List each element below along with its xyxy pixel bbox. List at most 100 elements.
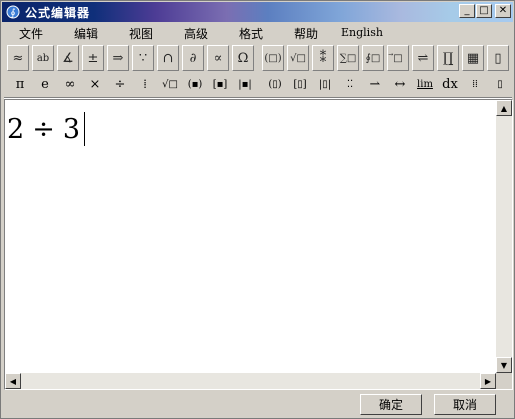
subscript-template-icon: ⁑: [319, 50, 327, 66]
logic-button[interactable]: ∵: [132, 45, 154, 71]
small-fraction-button[interactable]: ⁞: [134, 74, 156, 94]
script-template-button[interactable]: ⁚⁚: [339, 74, 361, 94]
menu-english[interactable]: English: [341, 26, 383, 39]
menu-advanced[interactable]: 高级: [184, 25, 208, 42]
greek-lower-button[interactable]: ∝: [207, 45, 229, 71]
formula-left-operand: 2: [7, 113, 25, 145]
formula-operator: ÷: [32, 113, 55, 145]
bar-template-button[interactable]: |▯|: [314, 74, 336, 94]
vertical-scrollbar[interactable]: ▲ ▼: [496, 100, 512, 373]
menu-format[interactable]: 格式: [239, 25, 263, 42]
labeled-arrow-icon: ⇌: [417, 50, 429, 66]
integral-template-icon: ∮□: [365, 52, 381, 64]
integral-template-button[interactable]: ∮□: [362, 45, 384, 71]
fraction-radical-button[interactable]: √□: [287, 45, 309, 71]
triangle-down-icon: ▼: [500, 360, 508, 370]
summation-template-button[interactable]: ∑□: [337, 45, 359, 71]
bar-template-small-icon: |▯|: [318, 78, 332, 90]
template-palette-row: ≈ ab ∡ ± ⇒ ∵ ∩ ∂ ∝ Ω (□) √□ ⁑ ∑□ ∮□ ⃗□ ⇌…: [4, 45, 512, 73]
menu-view[interactable]: 视图: [129, 25, 153, 42]
infinity-symbol-icon: ∞: [64, 76, 76, 92]
fraction-small-icon: ⁞: [143, 77, 147, 92]
menu-edit[interactable]: 编辑: [74, 25, 98, 42]
brackets-button[interactable]: [▪]: [209, 74, 231, 94]
formula-right-operand: 3: [62, 113, 80, 145]
operators-icon: ±: [87, 50, 99, 66]
scroll-up-button[interactable]: ▲: [496, 100, 512, 116]
close-button[interactable]: ✕: [495, 4, 511, 18]
cancel-button[interactable]: 取消: [434, 394, 496, 415]
fence-template-icon: (□): [264, 52, 282, 64]
fence-template-button[interactable]: (□): [262, 45, 284, 71]
embellishment-icon: ∡: [62, 50, 74, 66]
scroll-right-button[interactable]: ▶: [480, 373, 496, 389]
pi-button[interactable]: π: [9, 74, 31, 94]
misc-symbols-button[interactable]: ∂: [182, 45, 204, 71]
operators-button[interactable]: ±: [82, 45, 104, 71]
spacing-icon: ab: [36, 52, 50, 64]
product-template-icon: ∏̲: [442, 50, 454, 66]
formula-editor-area[interactable]: 2 ÷ 3 ▲ ▼ ◀ ▶: [4, 99, 513, 390]
scroll-left-button[interactable]: ◀: [5, 373, 21, 389]
relations-button[interactable]: ≈: [7, 45, 29, 71]
paren-template-button[interactable]: (▯): [264, 74, 286, 94]
box-template-button[interactable]: ▯: [487, 45, 509, 71]
app-icon: ∮: [5, 4, 21, 20]
labeled-arrow-button[interactable]: ⇌: [412, 45, 434, 71]
arrows-icon: ⇒: [112, 50, 124, 66]
divide-button[interactable]: ÷: [109, 74, 131, 94]
e-symbol-icon: e: [41, 76, 49, 92]
abs-button[interactable]: |▪|: [234, 74, 256, 94]
differential-button[interactable]: dx: [439, 74, 461, 94]
title-bar[interactable]: ∮ 公式编辑器 _ □ ✕: [2, 2, 513, 22]
box-template-icon: ▯: [494, 50, 502, 66]
logic-icon: ∵: [138, 50, 148, 66]
spacing-button[interactable]: ab: [32, 45, 54, 71]
formula-text: 2 ÷ 3: [7, 112, 85, 146]
minimize-button[interactable]: _: [459, 4, 475, 18]
window-title: 公式编辑器: [25, 5, 91, 20]
scroll-down-button[interactable]: ▼: [496, 357, 512, 373]
arrows-button[interactable]: ⇒: [107, 45, 129, 71]
triangle-right-icon: ▶: [484, 376, 492, 386]
double-arrow-button[interactable]: ↔: [389, 74, 411, 94]
parentheses-button[interactable]: (▪): [184, 74, 206, 94]
limit-button[interactable]: lim: [414, 74, 436, 94]
cancel-button-label: 取消: [452, 398, 477, 412]
text-caret: [84, 112, 85, 146]
parentheses-small-icon: (▪): [187, 78, 203, 90]
pi-symbol-icon: π: [15, 76, 25, 92]
maximize-button[interactable]: □: [476, 4, 492, 18]
misc-template-button[interactable]: ▯: [489, 74, 511, 94]
misc-symbols-icon: ∂: [189, 50, 197, 66]
brackets-small-icon: [▪]: [212, 78, 228, 90]
set-theory-button[interactable]: ∩: [157, 45, 179, 71]
greek-upper-button[interactable]: Ω: [232, 45, 254, 71]
menu-help[interactable]: 帮助: [294, 25, 318, 42]
sqrt-small-icon: √□: [162, 78, 178, 90]
overbar-template-icon: ⃗□: [393, 52, 403, 64]
harpoon-arrow-button[interactable]: ⇀: [364, 74, 386, 94]
bracket-template-button[interactable]: [▯]: [289, 74, 311, 94]
script-template-small-icon: ⁚⁚: [346, 78, 354, 90]
matrix-template-button[interactable]: ▦: [462, 45, 484, 71]
horizontal-scrollbar[interactable]: ◀ ▶: [5, 373, 496, 389]
relations-icon: ≈: [12, 50, 24, 66]
product-template-button[interactable]: ∏̲: [437, 45, 459, 71]
divide-symbol-icon: ÷: [114, 76, 126, 92]
maximize-icon: □: [479, 5, 489, 16]
menu-file[interactable]: 文件: [19, 25, 43, 42]
set-theory-icon: ∩: [162, 50, 174, 66]
bracket-template-small-icon: [▯]: [293, 78, 307, 90]
subscript-template-button[interactable]: ⁑: [312, 45, 334, 71]
greek-lower-icon: ∝: [213, 50, 223, 66]
infinity-button[interactable]: ∞: [59, 74, 81, 94]
overbar-template-button[interactable]: ⃗□: [387, 45, 409, 71]
ok-button[interactable]: 确定: [360, 394, 422, 415]
embellishment-button[interactable]: ∡: [57, 45, 79, 71]
times-button[interactable]: ×: [84, 74, 106, 94]
abs-small-icon: |▪|: [238, 78, 252, 90]
small-matrix-button[interactable]: ⁞⁞: [464, 74, 486, 94]
small-sqrt-button[interactable]: √□: [159, 74, 181, 94]
e-button[interactable]: e: [34, 74, 56, 94]
